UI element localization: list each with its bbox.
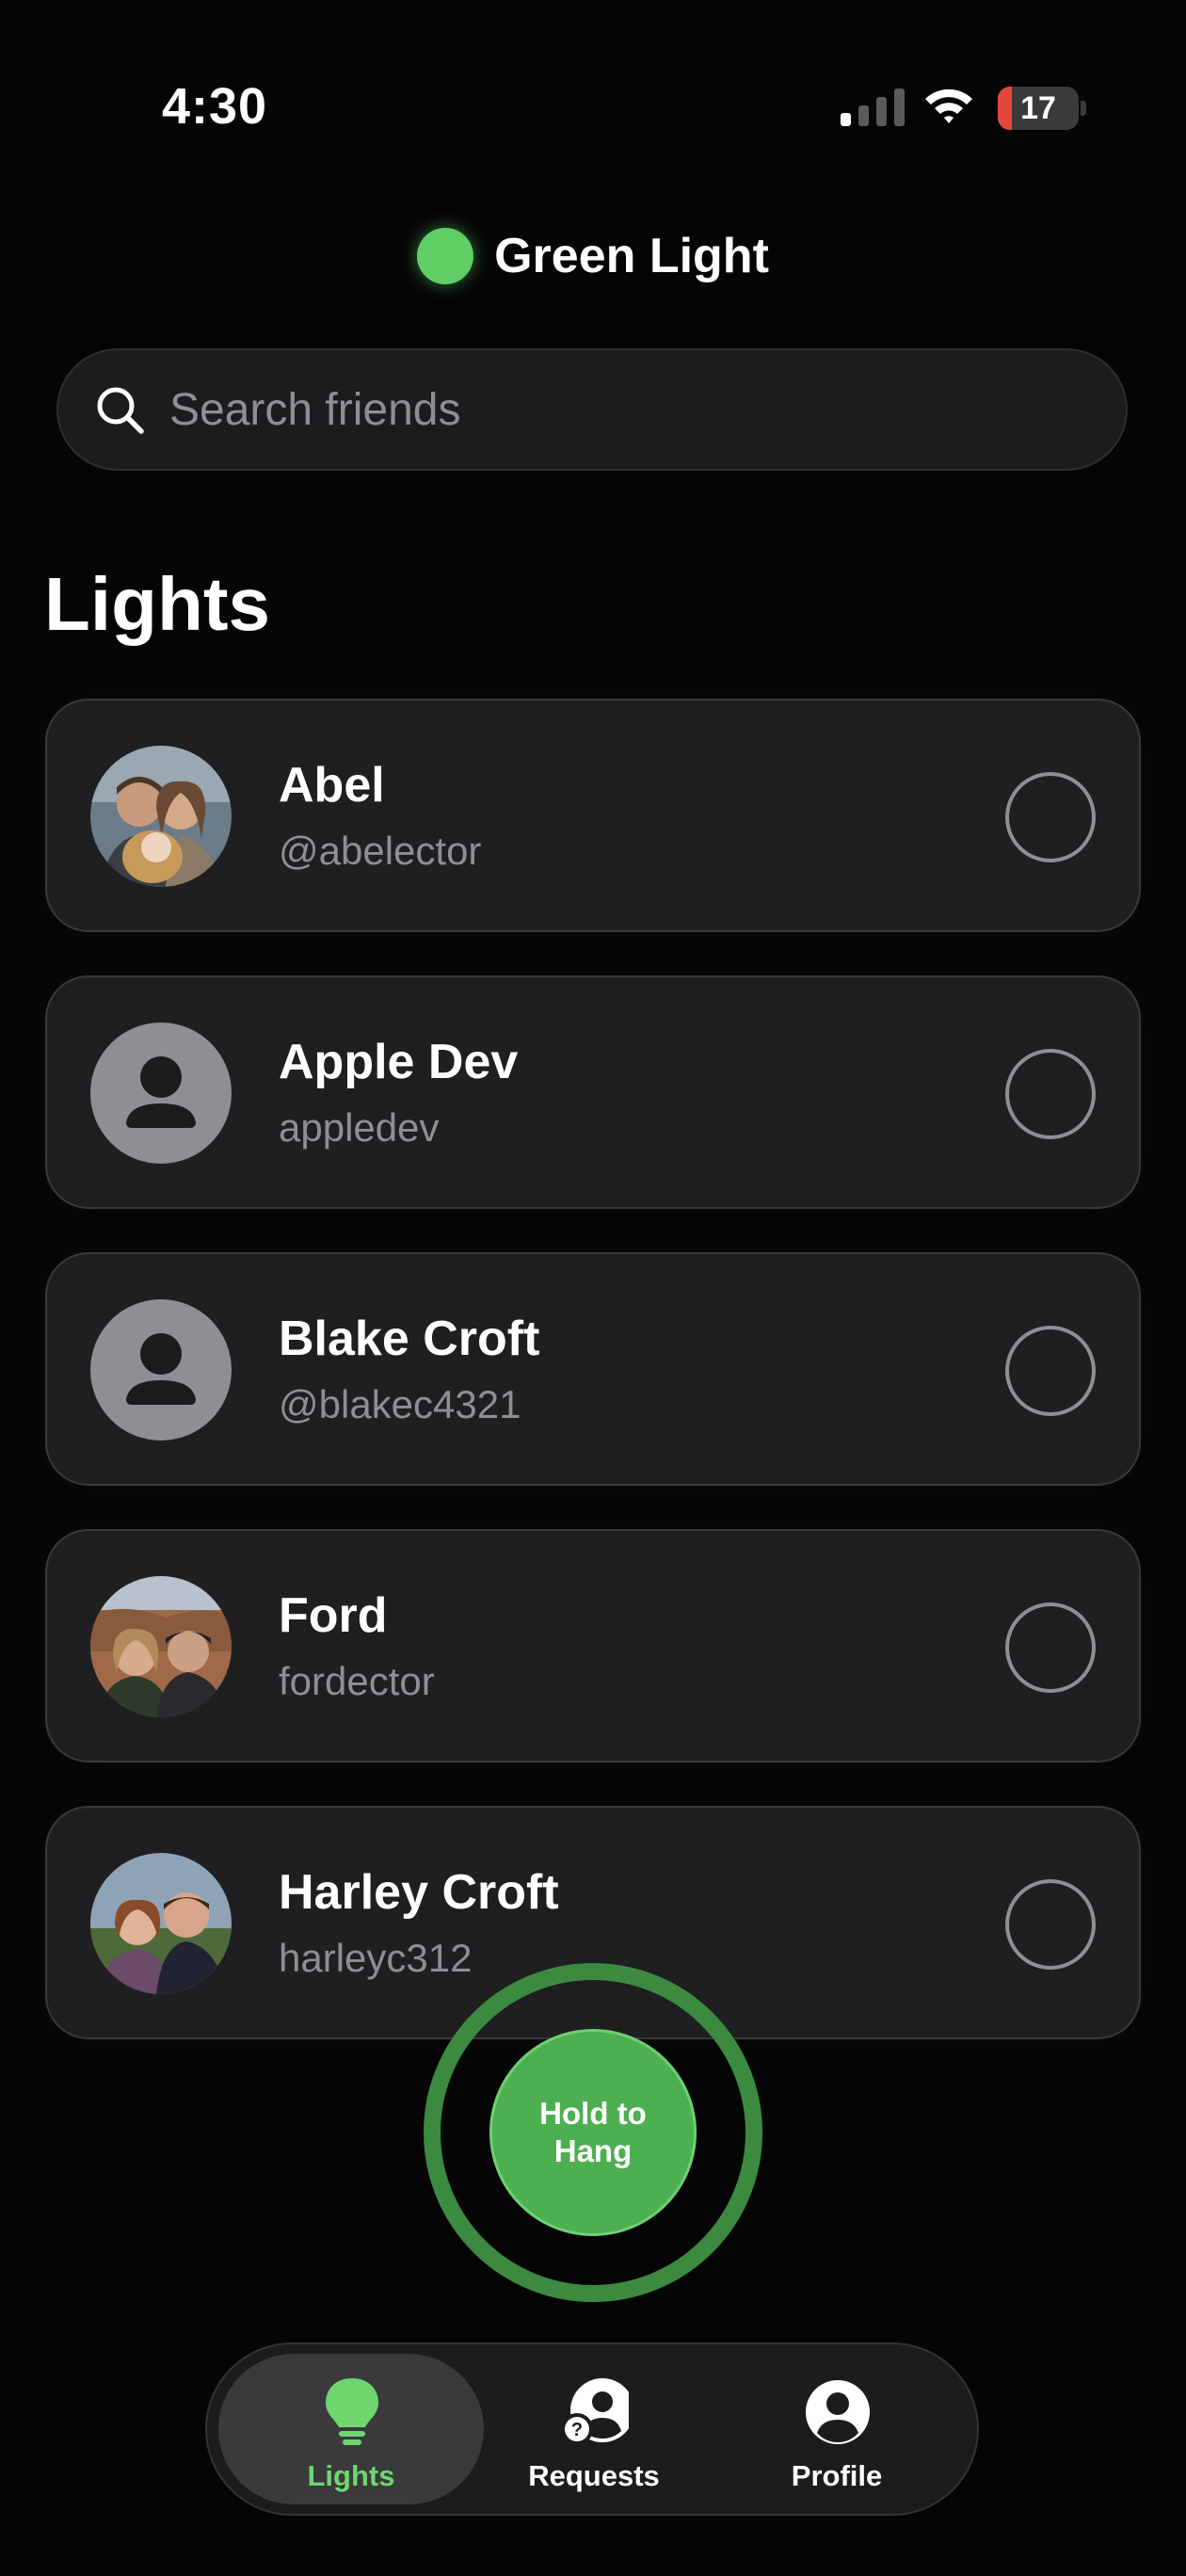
friend-name: Apple Dev [279, 1035, 519, 1089]
friend-row[interactable]: Ford fordector [45, 1529, 1141, 1763]
hold-to-hang-button[interactable]: Hold to Hang [489, 2029, 697, 2236]
avatar [90, 1299, 232, 1441]
wifi-icon [925, 89, 972, 123]
search-icon [97, 387, 144, 434]
hold-to-hang-label: Hold to Hang [539, 2096, 647, 2168]
select-friend-radio[interactable] [1005, 1602, 1096, 1693]
friend-name: Harley Croft [279, 1865, 559, 1920]
app-header: Green Light [0, 218, 1186, 294]
section-title-lights: Lights [44, 562, 270, 646]
person-placeholder-icon [126, 1056, 196, 1128]
app-title: Green Light [494, 229, 769, 283]
lightbulb-icon [326, 2378, 378, 2445]
status-bar: 4:30 17 [0, 0, 1186, 151]
tab-profile[interactable]: Profile [704, 2354, 970, 2504]
person-placeholder-icon [126, 1333, 196, 1405]
green-light-dot-icon [417, 228, 474, 284]
select-friend-radio[interactable] [1005, 1879, 1096, 1970]
friend-name: Blake Croft [279, 1312, 540, 1366]
avatar [90, 1022, 232, 1164]
tab-lights[interactable]: Lights [218, 2354, 484, 2504]
friend-row[interactable]: Abel @abelector [45, 699, 1141, 932]
battery-cap [1081, 101, 1086, 116]
friend-handle: @blakec4321 [279, 1382, 521, 1426]
avatar [90, 1853, 232, 1994]
friend-request-icon: ? [561, 2378, 629, 2445]
tab-bar: Lights ? Requests Profile [205, 2343, 979, 2516]
battery-body: 17 [998, 87, 1079, 130]
avatar-photo [90, 1576, 232, 1717]
profile-icon [806, 2380, 870, 2444]
tab-requests[interactable]: ? Requests [461, 2354, 727, 2504]
friend-name: Abel [279, 758, 385, 813]
select-friend-radio[interactable] [1005, 772, 1096, 862]
friend-name: Ford [279, 1588, 388, 1643]
tab-label: Requests [528, 2459, 660, 2492]
search-input[interactable] [169, 350, 1073, 469]
tab-label: Lights [307, 2459, 395, 2492]
avatar [90, 1576, 232, 1717]
friend-handle: harleyc312 [279, 1936, 473, 1980]
tab-label: Profile [791, 2459, 883, 2492]
svg-text:?: ? [571, 2420, 583, 2440]
friend-row[interactable]: Blake Croft @blakec4321 [45, 1252, 1141, 1486]
avatar-photo [90, 746, 232, 887]
friend-handle: fordector [279, 1659, 435, 1703]
friend-row[interactable]: Apple Dev appledev [45, 975, 1141, 1209]
status-time: 4:30 [162, 78, 268, 135]
cellular-signal-icon [841, 89, 905, 126]
battery-indicator: 17 [998, 87, 1088, 130]
select-friend-radio[interactable] [1005, 1326, 1096, 1416]
avatar [90, 746, 232, 887]
battery-percent: 17 [1020, 90, 1056, 126]
friend-handle: appledev [279, 1105, 440, 1150]
avatar-photo [90, 1853, 232, 1994]
friend-handle: @abelector [279, 829, 482, 873]
search-bar[interactable] [56, 348, 1128, 471]
select-friend-radio[interactable] [1005, 1049, 1096, 1139]
